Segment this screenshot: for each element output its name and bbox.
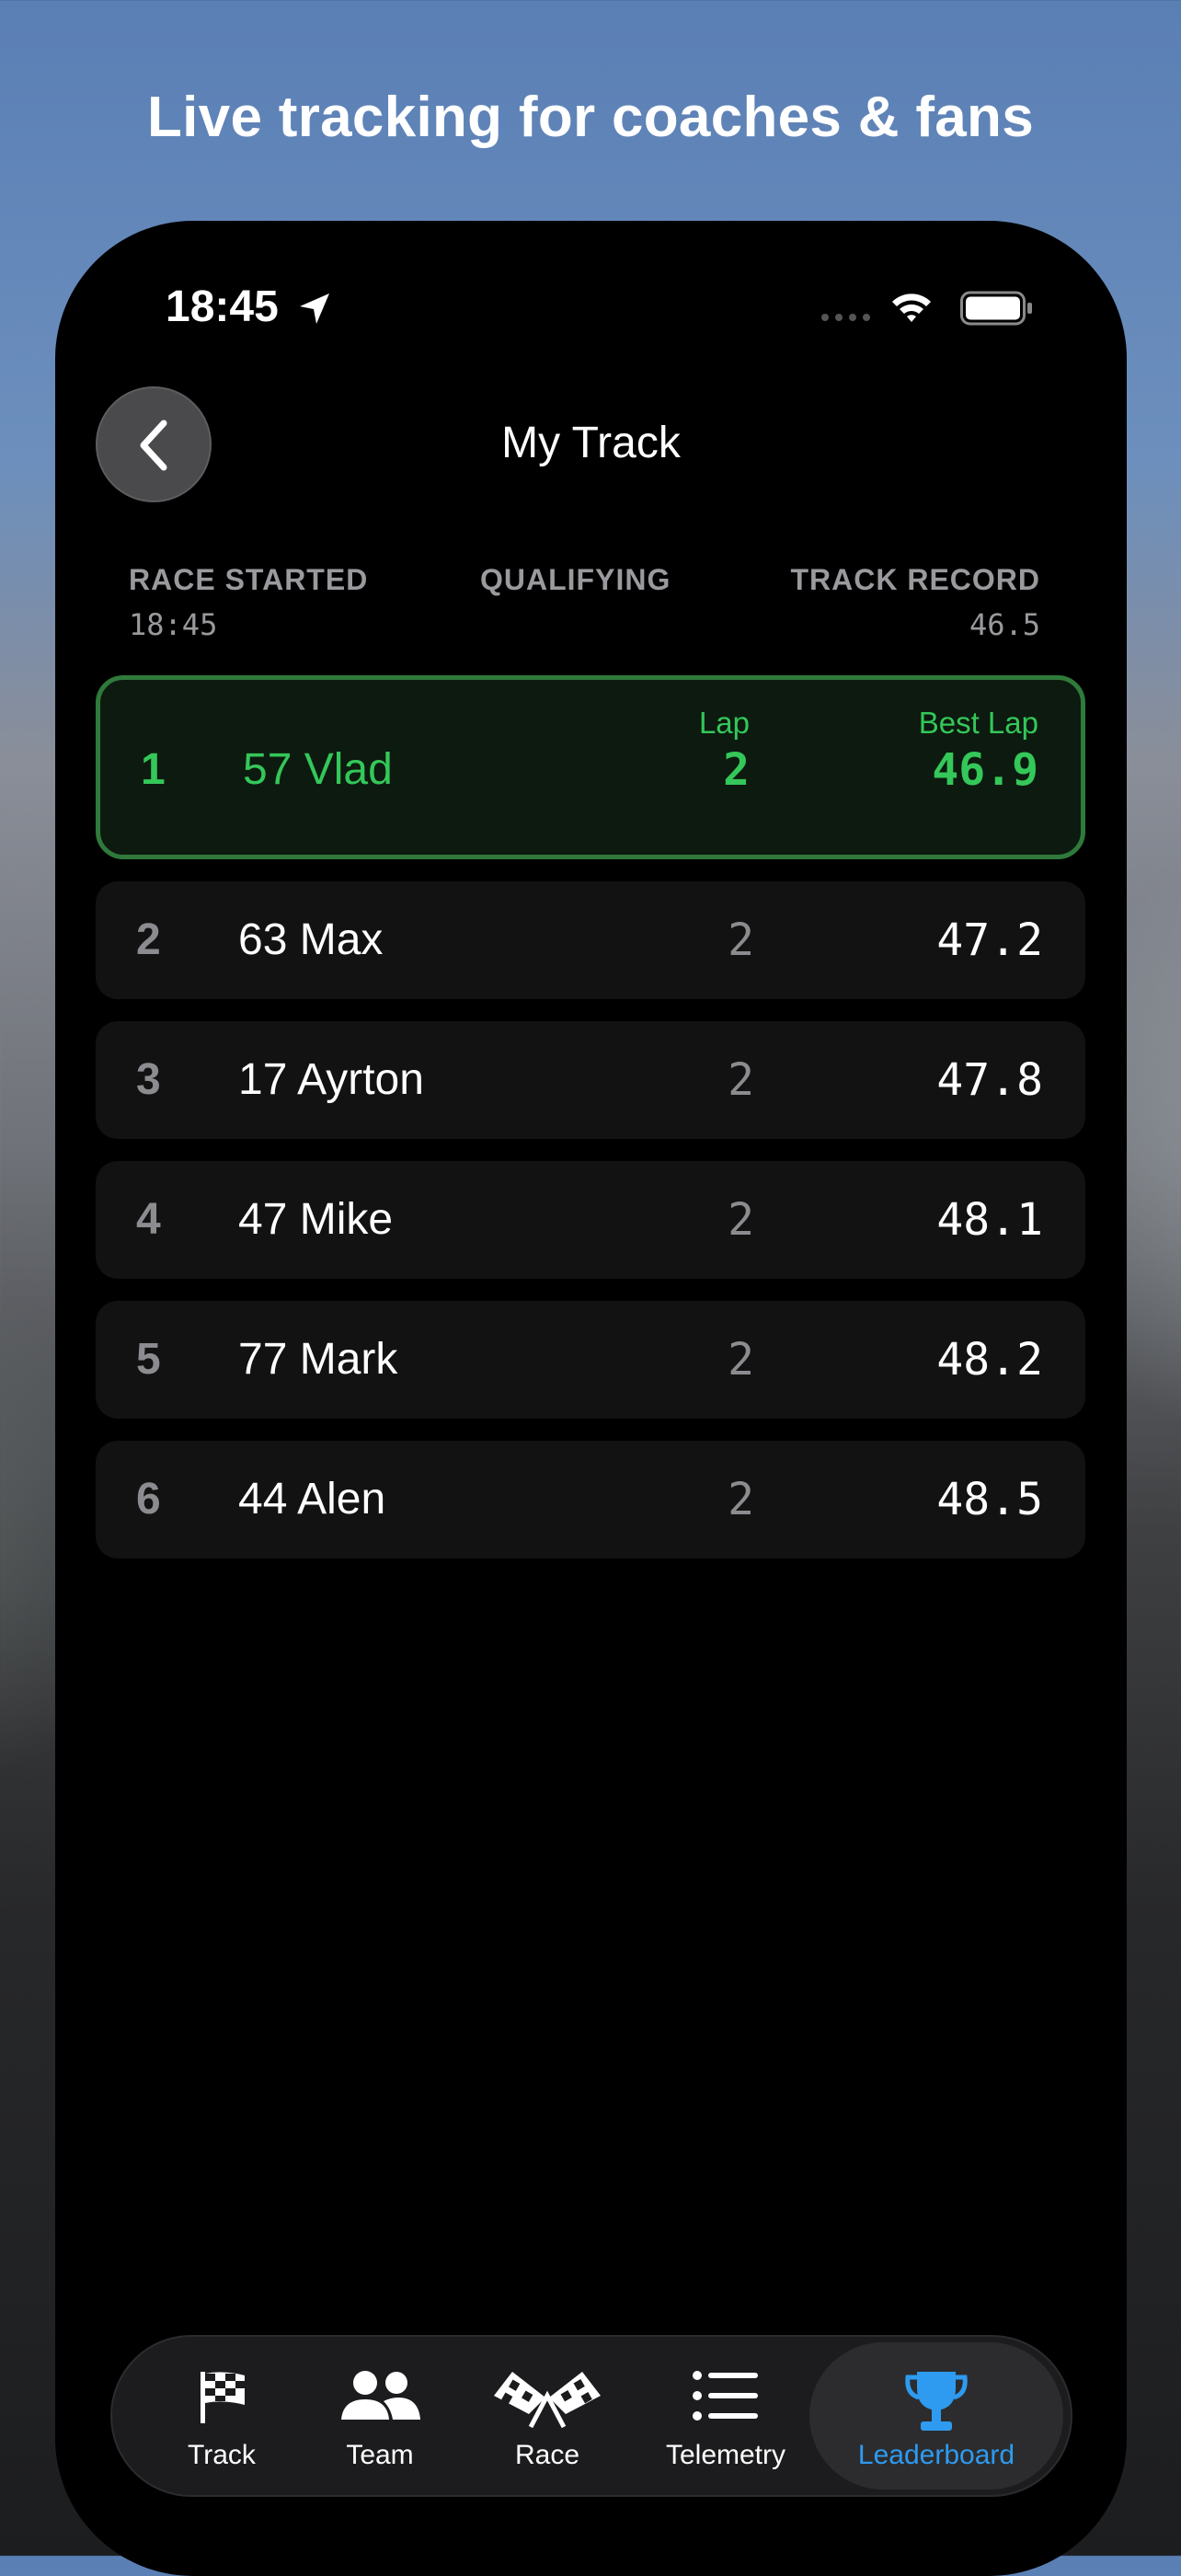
lap-count: 2 [728, 914, 754, 966]
leaderboard-row[interactable]: 6 44 Alen 2 48.5 [96, 1441, 1085, 1558]
tab-label: Leaderboard [857, 2440, 1015, 2470]
best-lap-time: 48.2 [936, 1334, 1043, 1386]
race-started-label: RACE STARTED [129, 563, 369, 596]
tab-label: Track [188, 2440, 256, 2470]
position: 6 [136, 1475, 161, 1524]
best-lap-header: Best Lap [918, 706, 1038, 740]
driver-name: 77 Mark [238, 1335, 398, 1384]
driver-name: 47 Mike [238, 1195, 394, 1244]
position: 4 [136, 1195, 161, 1244]
lap-count: 2 [728, 1194, 754, 1246]
tab-bar: Track Team Race Telemetry Leaderboard [110, 2335, 1072, 2497]
position: 1 [141, 745, 166, 794]
driver-name: 17 Ayrton [238, 1055, 424, 1104]
tab-track[interactable]: Track [153, 2337, 291, 2495]
tab-label: Telemetry [665, 2440, 786, 2470]
driver-name: 63 Max [238, 915, 384, 964]
tab-team[interactable]: Team [311, 2337, 449, 2495]
best-lap-time: 46.9 [932, 744, 1038, 796]
crossed-flags-icon [494, 2372, 601, 2429]
track-record-value: 46.5 [969, 607, 1040, 642]
cellular-signal-icon [821, 314, 870, 321]
phone-frame: 18:45 My Track RACE STARTED 18:45 QUALIF… [55, 221, 1127, 2576]
best-lap-time: 47.2 [936, 914, 1043, 966]
tab-label: Team [346, 2440, 414, 2470]
best-lap-time: 47.8 [936, 1054, 1043, 1106]
wifi-icon [892, 293, 931, 322]
best-lap-time: 48.5 [936, 1474, 1043, 1525]
leaderboard-row[interactable]: 2 63 Max 2 47.2 [96, 881, 1085, 999]
best-lap-time: 48.1 [936, 1194, 1043, 1246]
position: 5 [136, 1335, 161, 1384]
leaderboard-row[interactable]: 3 17 Ayrton 2 47.8 [96, 1021, 1085, 1139]
battery-icon [960, 291, 1032, 326]
position: 2 [136, 915, 161, 964]
lap-count: 2 [728, 1054, 754, 1106]
tab-leaderboard[interactable]: Leaderboard [809, 2342, 1063, 2490]
leaderboard-row[interactable]: 4 47 Mike 2 48.1 [96, 1161, 1085, 1279]
tab-race[interactable]: Race [478, 2337, 616, 2495]
driver-name: 57 Vlad [243, 745, 393, 794]
leaderboard-row[interactable]: 5 77 Mark 2 48.2 [96, 1301, 1085, 1419]
tab-telemetry[interactable]: Telemetry [648, 2337, 804, 2495]
location-arrow-icon [300, 293, 329, 324]
position: 3 [136, 1055, 161, 1104]
lap-count: 2 [728, 1474, 754, 1525]
tab-label: Race [514, 2440, 580, 2470]
trophy-icon [905, 2372, 968, 2431]
leaderboard-row-leader[interactable]: 1 57 Vlad Lap Best Lap 2 46.9 [96, 675, 1085, 859]
lap-count: 2 [723, 744, 750, 796]
track-record-label: TRACK RECORD [790, 563, 1040, 596]
race-started-value: 18:45 [129, 607, 218, 642]
lap-count: 2 [728, 1334, 754, 1386]
list-icon [693, 2371, 758, 2421]
lap-header: Lap [698, 706, 750, 740]
session-type: QUALIFYING [480, 563, 671, 596]
checkered-flag-icon [201, 2372, 245, 2423]
promo-headline: Live tracking for coaches & fans [146, 86, 1035, 149]
team-icon [341, 2371, 420, 2420]
status-time: 18:45 [166, 282, 279, 331]
page-title: My Track [501, 419, 681, 467]
driver-name: 44 Alen [238, 1475, 386, 1524]
